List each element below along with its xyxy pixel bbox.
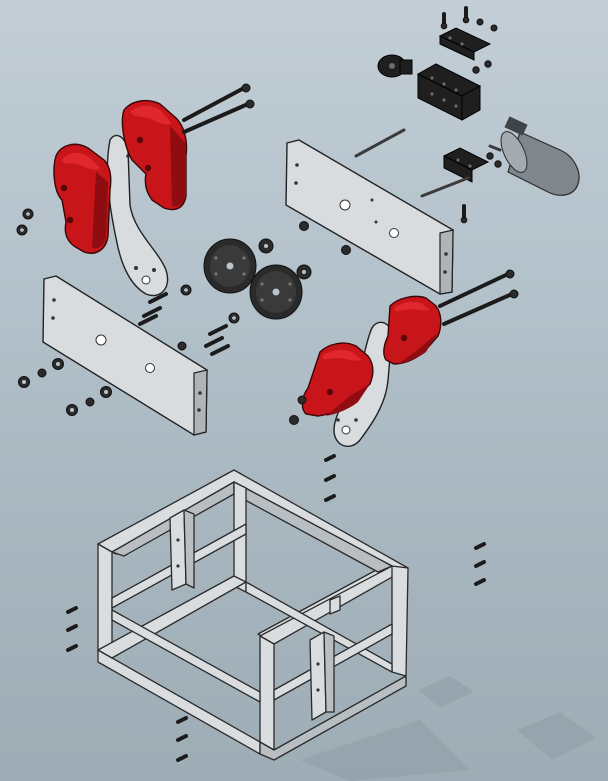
exploded-assembly-drawing <box>16 6 596 781</box>
long-bolts-upper-left <box>182 83 255 134</box>
assembly-viewport <box>0 0 608 781</box>
red-jaw-left-rear <box>121 99 188 211</box>
channel-brackets <box>377 27 492 183</box>
gearmotor <box>488 116 580 196</box>
base-frame <box>97 469 409 761</box>
red-jaw-right-rear <box>383 295 442 365</box>
gear-pair <box>203 238 312 320</box>
floor-shadows <box>300 676 596 781</box>
red-jaw-left-front <box>53 143 112 254</box>
